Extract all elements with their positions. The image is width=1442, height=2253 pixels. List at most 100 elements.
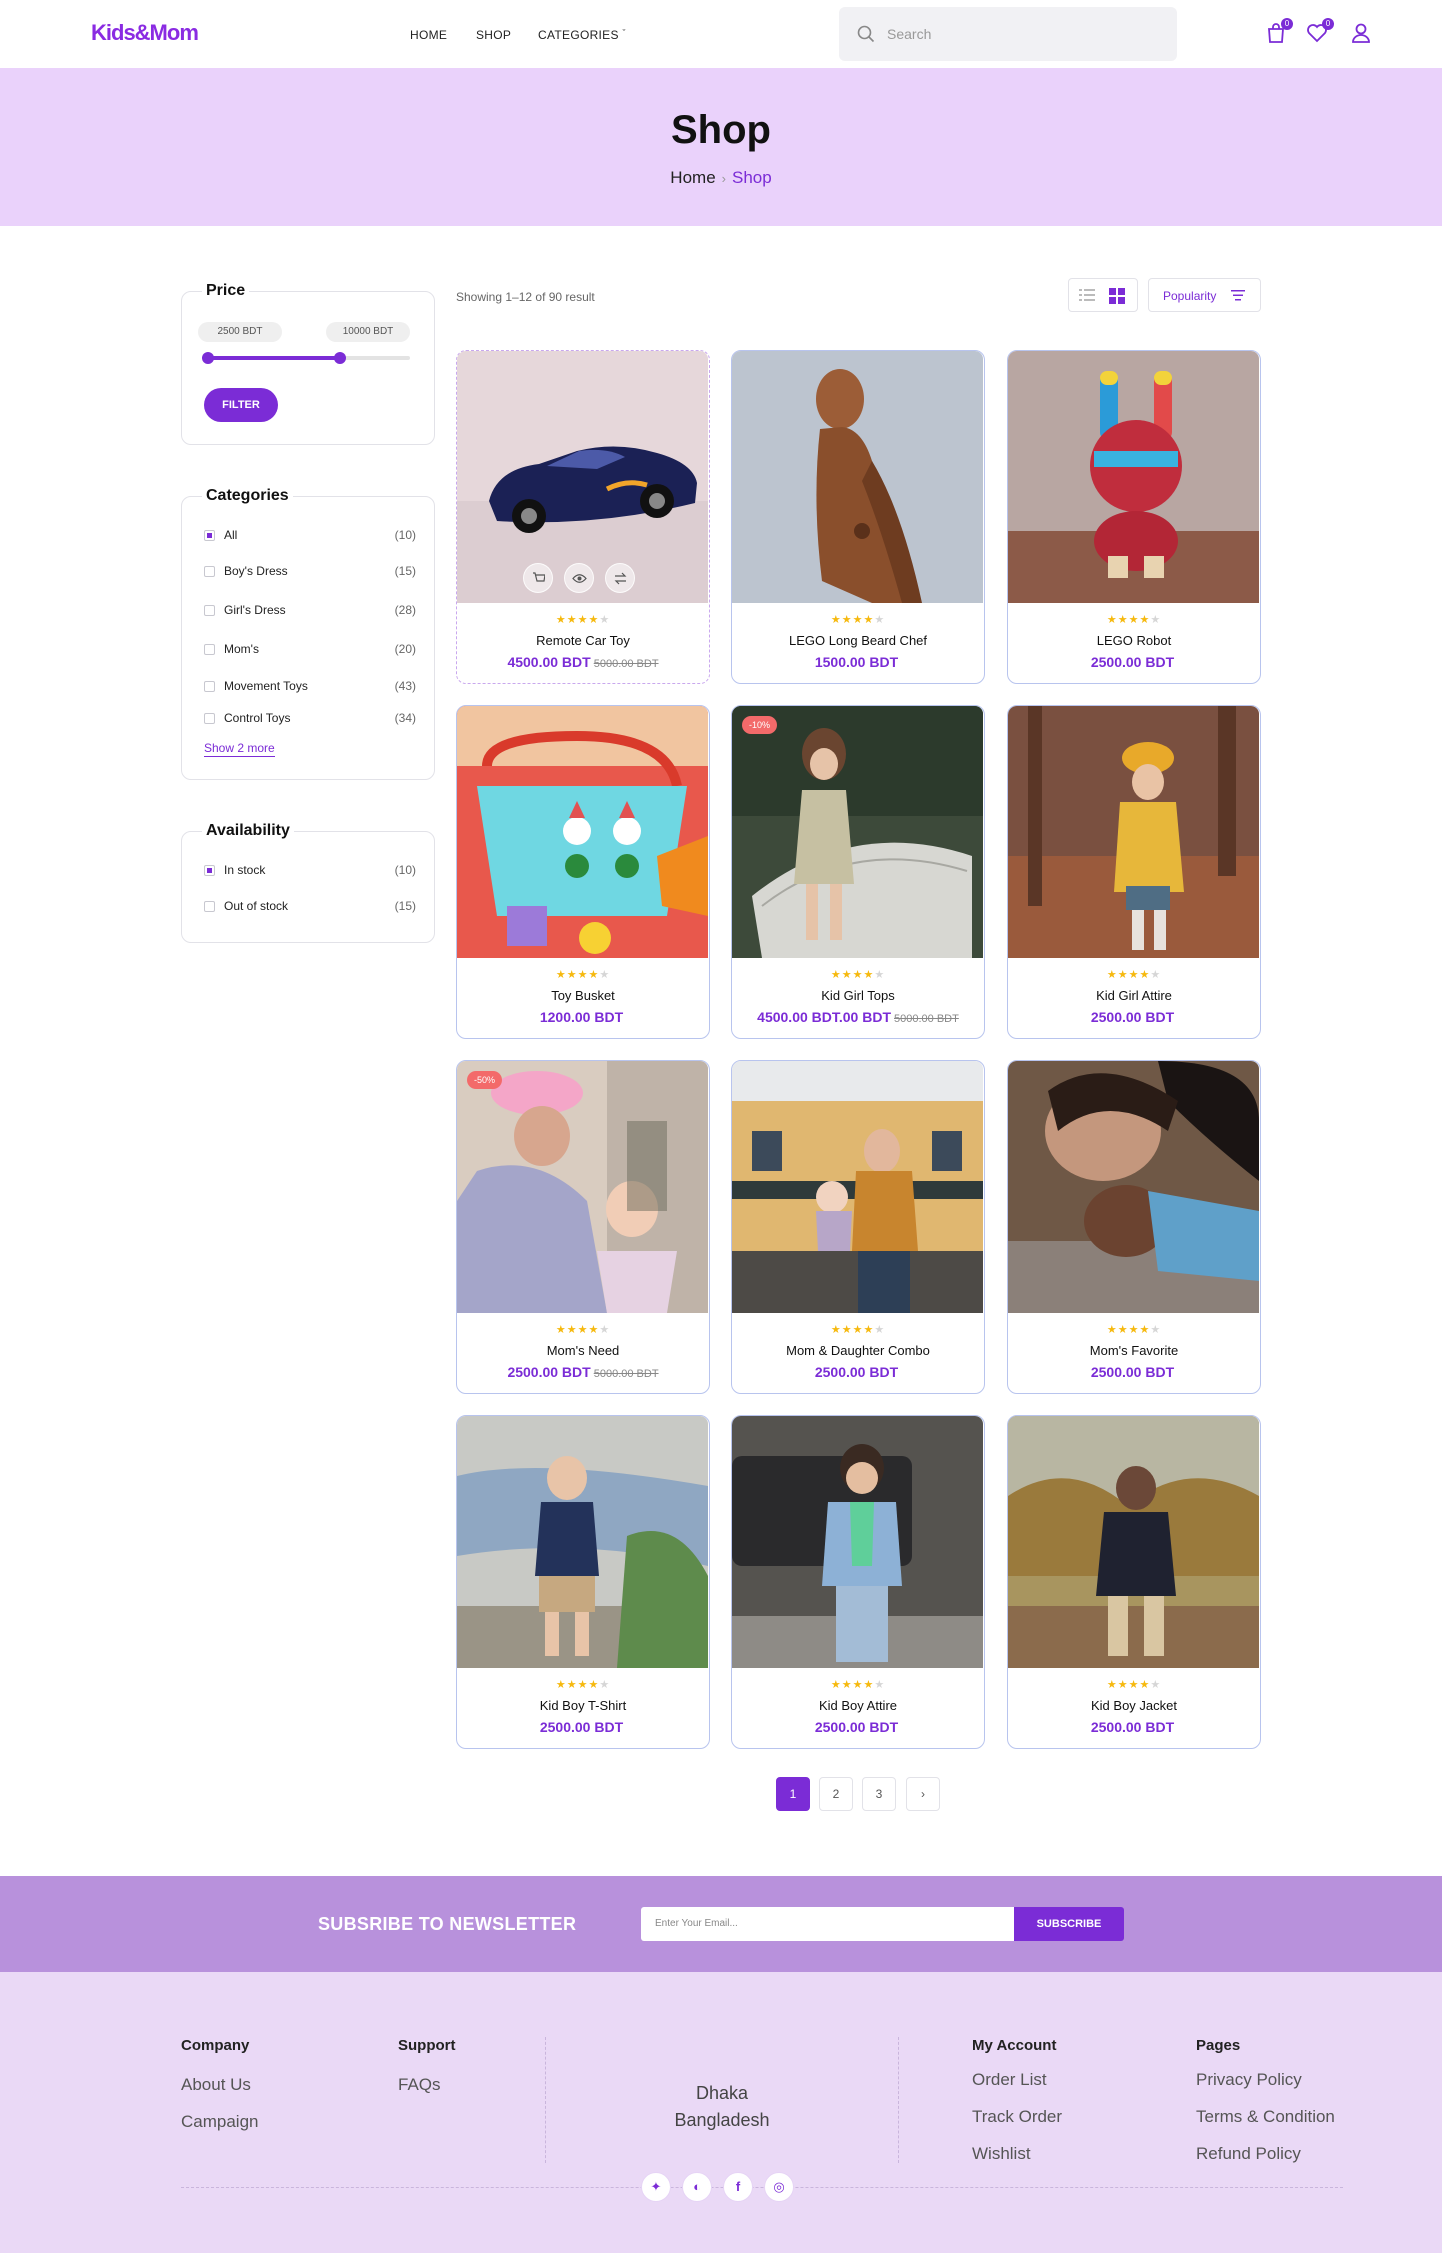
footer-link[interactable]: Refund Policy — [1196, 2144, 1301, 2164]
category-option[interactable]: Girl's Dress (28) — [204, 602, 416, 620]
product-card[interactable]: -50% ★★★★★ Mom's Need 2500.00 BDT 5000.00… — [456, 1060, 710, 1394]
subscribe-button[interactable]: SUBSCRIBE — [1014, 1907, 1124, 1941]
product-name[interactable]: Kid Girl Attire — [1008, 988, 1260, 1003]
product-name[interactable]: Kid Boy Jacket — [1008, 1698, 1260, 1713]
product-image[interactable] — [732, 1416, 983, 1668]
product-name[interactable]: Mom's Favorite — [1008, 1343, 1260, 1358]
product-name[interactable]: Kid Boy T-Shirt — [457, 1698, 709, 1713]
footer-link[interactable]: Terms & Condition — [1196, 2107, 1335, 2127]
category-option[interactable]: Control Toys (34) — [204, 710, 416, 728]
nav-categories[interactable]: CATEGORIES ˇ — [538, 28, 626, 42]
quick-view-button[interactable] — [564, 563, 594, 593]
availability-option[interactable]: Out of stock (15) — [204, 898, 416, 916]
checkbox[interactable] — [204, 713, 215, 724]
footer-link[interactable]: Campaign — [181, 2112, 259, 2132]
twitter-link[interactable]: ✦ — [641, 2172, 671, 2202]
filter-button[interactable]: FILTER — [204, 388, 278, 422]
product-card[interactable]: ★★★★★ Mom's Favorite 2500.00 BDT — [1007, 1060, 1261, 1394]
sort-dropdown[interactable]: Popularity — [1148, 278, 1261, 312]
product-name[interactable]: Mom & Daughter Combo — [732, 1343, 984, 1358]
product-name[interactable]: Kid Boy Attire — [732, 1698, 984, 1713]
facebook-link[interactable]: f — [723, 2172, 753, 2202]
account-button[interactable] — [1350, 22, 1374, 46]
product-card[interactable]: ★★★★★ LEGO Robot 2500.00 BDT — [1007, 350, 1261, 684]
breadcrumb-home[interactable]: Home — [670, 168, 715, 187]
product-image[interactable] — [732, 1061, 983, 1313]
product-card[interactable]: -10% ★★★★★ Kid Girl Tops 4500.00 BDT.00 … — [731, 705, 985, 1039]
product-image[interactable] — [457, 351, 708, 603]
footer-support-title: Support — [398, 2037, 456, 2054]
page-button[interactable]: 3 — [862, 1777, 896, 1811]
product-card[interactable]: ★★★★★ Toy Busket 1200.00 BDT — [456, 705, 710, 1039]
product-name[interactable]: LEGO Robot — [1008, 633, 1260, 648]
list-view-icon[interactable] — [1079, 288, 1095, 302]
product-name[interactable]: Remote Car Toy — [457, 633, 709, 648]
checkbox[interactable] — [204, 566, 215, 577]
product-card[interactable]: ★★★★★ Kid Girl Attire 2500.00 BDT — [1007, 705, 1261, 1039]
product-image[interactable] — [1008, 351, 1259, 603]
checkbox[interactable] — [204, 865, 215, 876]
cart-count-badge: 0 — [1281, 18, 1293, 30]
price-slider-min-handle[interactable] — [202, 352, 214, 364]
add-to-cart-button[interactable] — [523, 563, 553, 593]
category-option[interactable]: All (10) — [204, 527, 416, 545]
site-logo[interactable]: Kids&Mom — [91, 20, 199, 46]
checkbox[interactable] — [204, 901, 215, 912]
star-filled-icon: ★ — [863, 1679, 875, 1691]
rating-stars: ★★★★★ — [457, 613, 709, 626]
search-input[interactable]: Search — [887, 26, 931, 42]
product-image[interactable]: -50% — [457, 1061, 708, 1313]
product-image[interactable] — [1008, 1061, 1259, 1313]
product-name[interactable]: Kid Girl Tops — [732, 988, 984, 1003]
pinterest-link[interactable]: ◎ — [764, 2172, 794, 2202]
page-button[interactable]: 2 — [819, 1777, 853, 1811]
product-card[interactable]: ★★★★★ Remote Car Toy 4500.00 BDT 5000.00 … — [456, 350, 710, 684]
star-filled-icon: ★ — [1128, 969, 1140, 981]
category-count: (20) — [394, 642, 416, 656]
footer-link[interactable]: About Us — [181, 2075, 251, 2095]
product-image[interactable] — [1008, 1416, 1259, 1668]
search-bar[interactable]: Search — [839, 7, 1177, 61]
footer-link[interactable]: FAQs — [398, 2075, 441, 2095]
grid-view-icon[interactable] — [1109, 288, 1125, 304]
next-page-button[interactable]: › — [906, 1777, 940, 1811]
show-more-link[interactable]: Show 2 more — [204, 741, 275, 757]
product-card[interactable]: ★★★★★ Kid Boy Attire 2500.00 BDT — [731, 1415, 985, 1749]
product-name[interactable]: LEGO Long Beard Chef — [732, 633, 984, 648]
newsletter-email-input[interactable]: Enter Your Email... — [641, 1907, 1014, 1941]
product-image[interactable] — [732, 351, 983, 603]
nav-shop[interactable]: SHOP — [476, 28, 511, 42]
category-option[interactable]: Boy's Dress (15) — [204, 563, 416, 581]
checkbox[interactable] — [204, 681, 215, 692]
star-filled-icon: ★ — [577, 614, 589, 626]
rating-stars: ★★★★★ — [1008, 613, 1260, 626]
nav-home[interactable]: HOME — [410, 28, 447, 42]
price-slider-track[interactable] — [202, 352, 410, 364]
footer-link[interactable]: Order List — [972, 2070, 1047, 2090]
product-name[interactable]: Mom's Need — [457, 1343, 709, 1358]
wishlist-button[interactable]: 0 — [1306, 18, 1334, 46]
category-option[interactable]: Mom's (20) — [204, 641, 416, 659]
compare-button[interactable] — [605, 563, 635, 593]
category-option[interactable]: Movement Toys (43) — [204, 678, 416, 696]
checkbox[interactable] — [204, 644, 215, 655]
footer-link[interactable]: Wishlist — [972, 2144, 1031, 2164]
price-slider-max-handle[interactable] — [333, 352, 346, 364]
product-card[interactable]: ★★★★★ LEGO Long Beard Chef 1500.00 BDT — [731, 350, 985, 684]
footer-link[interactable]: Track Order — [972, 2107, 1062, 2127]
product-name[interactable]: Toy Busket — [457, 988, 709, 1003]
product-card[interactable]: ★★★★★ Kid Boy Jacket 2500.00 BDT — [1007, 1415, 1261, 1749]
instagram-link[interactable]: ◐ — [682, 2172, 712, 2202]
footer-link[interactable]: Privacy Policy — [1196, 2070, 1302, 2090]
checkbox[interactable] — [204, 605, 215, 616]
availability-option[interactable]: In stock (10) — [204, 862, 416, 880]
checkbox[interactable] — [204, 530, 215, 541]
product-image[interactable] — [457, 706, 708, 958]
product-image[interactable] — [457, 1416, 708, 1668]
product-card[interactable]: ★★★★★ Kid Boy T-Shirt 2500.00 BDT — [456, 1415, 710, 1749]
product-image[interactable] — [1008, 706, 1259, 958]
product-card[interactable]: ★★★★★ Mom & Daughter Combo 2500.00 BDT — [731, 1060, 985, 1394]
cart-button[interactable]: 0 — [1265, 18, 1293, 46]
page-button[interactable]: 1 — [776, 1777, 810, 1811]
product-image[interactable]: -10% — [732, 706, 983, 958]
